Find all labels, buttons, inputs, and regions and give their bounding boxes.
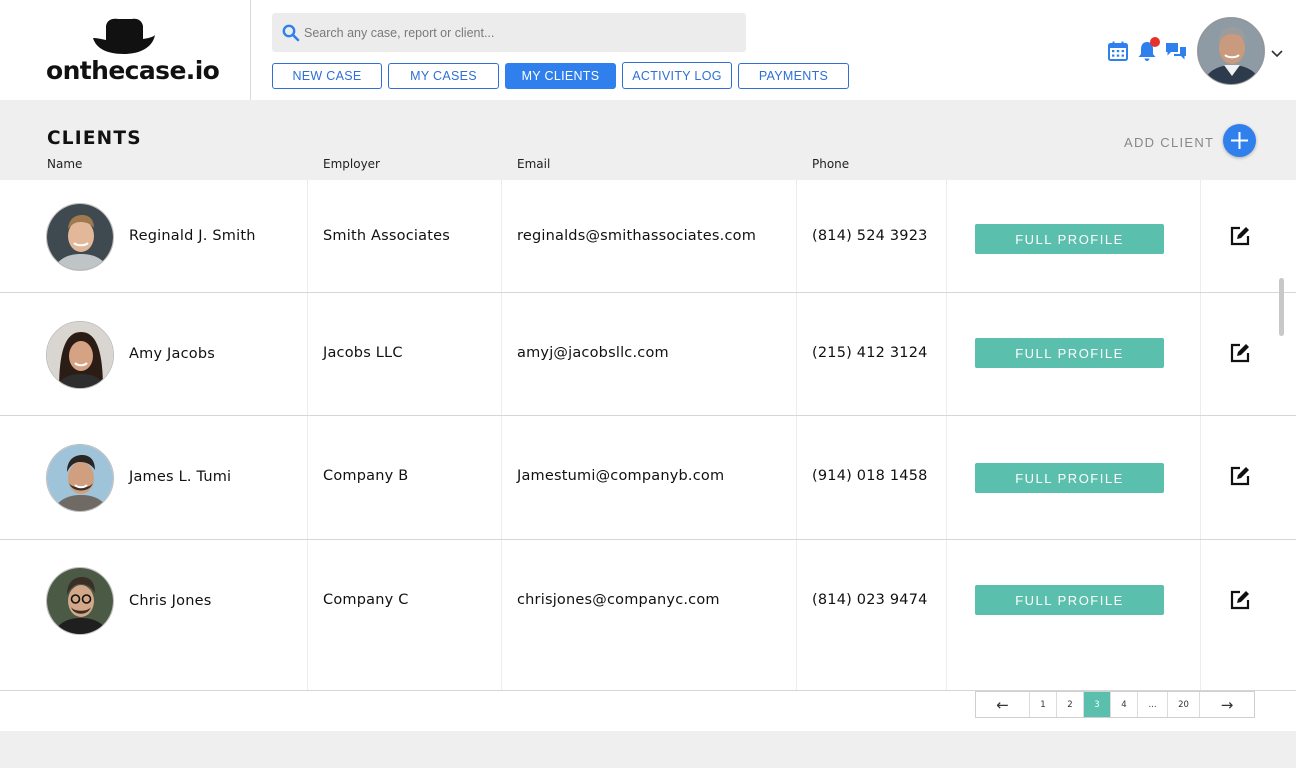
- client-avatar-image: [47, 568, 113, 634]
- nav-my-cases-button[interactable]: MY CASES: [388, 63, 499, 89]
- edit-icon[interactable]: [1229, 225, 1251, 247]
- next-page-button[interactable]: →: [1200, 692, 1254, 717]
- column-header-employer: Employer: [323, 157, 380, 171]
- edit-icon[interactable]: [1229, 465, 1251, 487]
- logo-text[interactable]: onthecase.io: [46, 56, 220, 85]
- client-email[interactable]: reginalds@smithassociates.com: [517, 228, 756, 244]
- client-phone: (914) 018 1458: [812, 468, 928, 484]
- page-button-current[interactable]: 3: [1084, 692, 1111, 717]
- page-button[interactable]: 20: [1168, 692, 1200, 717]
- nav-my-clients-button[interactable]: MY CLIENTS: [505, 63, 616, 89]
- plus-icon: [1231, 132, 1248, 149]
- client-phone: (215) 412 3124: [812, 345, 928, 361]
- clients-subheader: CLIENTS ADD CLIENT Name Employer Email P…: [0, 100, 1296, 180]
- calendar-icon[interactable]: [1107, 40, 1129, 62]
- client-name[interactable]: Chris Jones: [129, 593, 211, 609]
- client-avatar: [46, 444, 114, 512]
- column-header-phone: Phone: [812, 157, 850, 171]
- notification-badge: [1150, 37, 1160, 47]
- client-name[interactable]: Amy Jacobs: [129, 346, 215, 362]
- add-client-label[interactable]: ADD CLIENT: [1124, 135, 1214, 150]
- page-button[interactable]: 4: [1111, 692, 1138, 717]
- table-row[interactable]: Amy Jacobs Jacobs LLC amyj@jacobsllc.com…: [0, 293, 1296, 416]
- clients-table: Reginald J. Smith Smith Associates regin…: [0, 180, 1296, 690]
- full-profile-button[interactable]: FULL PROFILE: [975, 224, 1164, 254]
- edit-icon[interactable]: [1229, 342, 1251, 364]
- logo-area: onthecase.io: [0, 0, 251, 100]
- client-avatar-image: [47, 322, 113, 388]
- client-avatar: [46, 203, 114, 271]
- client-phone: (814) 023 9474: [812, 592, 928, 608]
- top-header: onthecase.io NEW CASE MY CASES MY CLIENT…: [0, 0, 1296, 100]
- client-employer: Smith Associates: [323, 228, 450, 244]
- client-avatar-image: [47, 445, 113, 511]
- column-header-email: Email: [517, 157, 551, 171]
- client-employer: Company B: [323, 468, 409, 484]
- column-header-name: Name: [47, 157, 83, 171]
- nav-payments-button[interactable]: PAYMENTS: [738, 63, 849, 89]
- client-email[interactable]: Jamestumi@companyb.com: [517, 468, 724, 484]
- page-button[interactable]: 1: [1030, 692, 1057, 717]
- user-avatar[interactable]: [1197, 17, 1265, 85]
- client-name[interactable]: James L. Tumi: [129, 469, 231, 485]
- client-employer: Company C: [323, 592, 409, 608]
- client-phone: (814) 524 3923: [812, 228, 928, 244]
- page-title: CLIENTS: [47, 128, 142, 149]
- table-row[interactable]: Chris Jones Company C chrisjones@company…: [0, 540, 1296, 690]
- search-icon: [282, 24, 300, 42]
- table-row[interactable]: Reginald J. Smith Smith Associates regin…: [0, 180, 1296, 293]
- client-avatar: [46, 567, 114, 635]
- full-profile-button[interactable]: FULL PROFILE: [975, 585, 1164, 615]
- client-avatar: [46, 321, 114, 389]
- full-profile-button[interactable]: FULL PROFILE: [975, 338, 1164, 368]
- nav-new-case-button[interactable]: NEW CASE: [272, 63, 382, 89]
- table-row[interactable]: James L. Tumi Company B Jamestumi@compan…: [0, 416, 1296, 540]
- pagination: ← 1 2 3 4 ... 20 →: [975, 691, 1255, 718]
- page-ellipsis: ...: [1138, 692, 1168, 717]
- prev-page-button[interactable]: ←: [976, 692, 1030, 717]
- footer-band: [0, 731, 1296, 768]
- search-input[interactable]: [304, 13, 734, 52]
- chat-icon[interactable]: [1165, 40, 1187, 62]
- hat-logo-icon: [93, 18, 155, 54]
- pagination-bar: ← 1 2 3 4 ... 20 →: [0, 690, 1296, 731]
- edit-icon[interactable]: [1229, 589, 1251, 611]
- user-avatar-image: [1198, 18, 1264, 84]
- vertical-scrollbar[interactable]: [1279, 278, 1284, 336]
- client-avatar-image: [47, 204, 113, 270]
- full-profile-button[interactable]: FULL PROFILE: [975, 463, 1164, 493]
- client-email[interactable]: amyj@jacobsllc.com: [517, 345, 669, 361]
- chevron-down-icon[interactable]: [1270, 48, 1284, 58]
- page-button[interactable]: 2: [1057, 692, 1084, 717]
- client-email[interactable]: chrisjones@companyc.com: [517, 592, 720, 608]
- nav-activity-log-button[interactable]: ACTIVITY LOG: [622, 62, 732, 89]
- client-employer: Jacobs LLC: [323, 345, 403, 361]
- client-name[interactable]: Reginald J. Smith: [129, 228, 256, 244]
- search-bar: [272, 13, 746, 52]
- add-client-button[interactable]: [1223, 124, 1256, 157]
